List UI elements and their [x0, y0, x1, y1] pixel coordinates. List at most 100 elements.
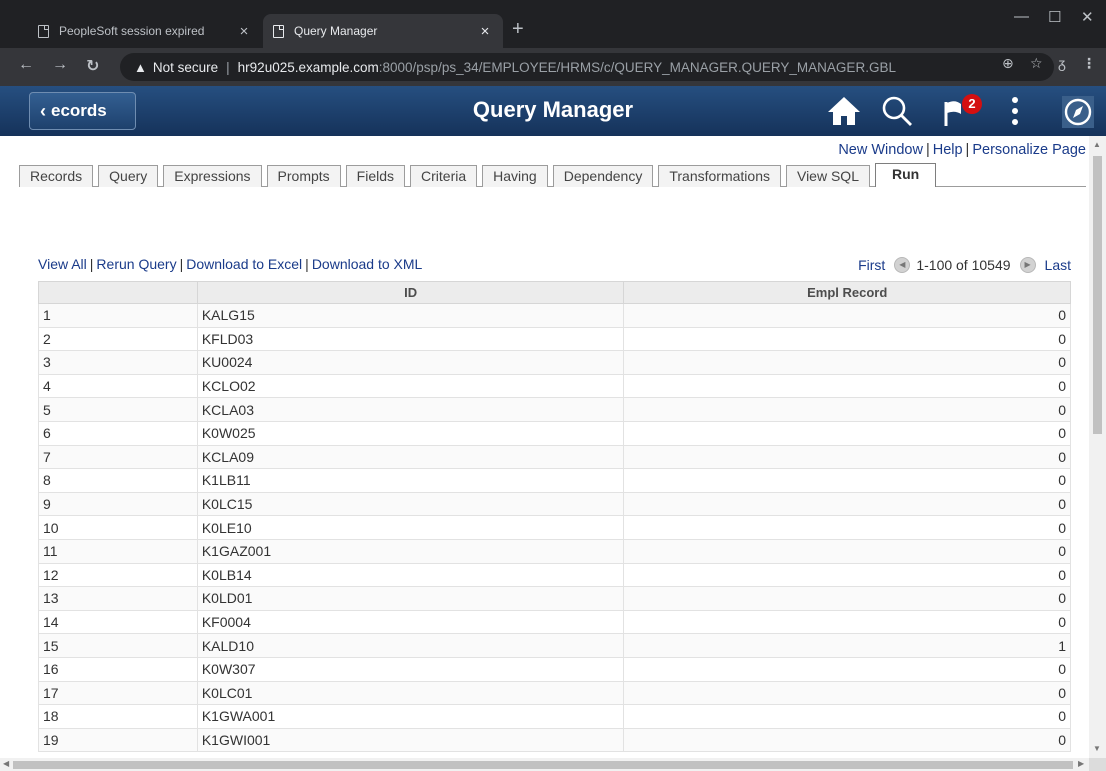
close-window-button[interactable]: ✕: [1081, 8, 1094, 26]
url-path: :8000/psp/ps_34/EMPLOYEE/HRMS/c/QUERY_MA…: [378, 59, 896, 75]
tab-criteria[interactable]: Criteria: [410, 165, 478, 187]
scroll-left-icon[interactable]: ◀: [3, 759, 9, 768]
last-page-link[interactable]: Last: [1045, 257, 1071, 273]
table-row: 15 KALD10 1: [38, 633, 1071, 658]
maximize-button[interactable]: ☐: [1048, 8, 1061, 26]
empl-record-cell: 0: [623, 420, 1071, 446]
extension-icon[interactable]: ᵹ: [1058, 55, 1066, 71]
tab-dependency[interactable]: Dependency: [552, 165, 654, 187]
id-cell: KCLA03: [196, 397, 625, 422]
browser-tab-session-expired[interactable]: PeopleSoft session expired ×: [28, 14, 262, 48]
security-status[interactable]: Not secure: [153, 60, 218, 75]
id-cell: K0LC15: [196, 491, 625, 517]
table-row: 6 K0W025 0: [38, 420, 1071, 446]
vertical-scrollbar[interactable]: ▲ ▼: [1089, 136, 1106, 758]
browser-tab-query-manager[interactable]: Query Manager ×: [263, 14, 503, 48]
vertical-scroll-thumb[interactable]: [1093, 156, 1102, 434]
close-tab-icon[interactable]: ×: [477, 23, 493, 40]
bookmark-star-icon[interactable]: ☆: [1030, 55, 1043, 72]
row-number-cell: 2: [38, 326, 198, 352]
scroll-right-icon[interactable]: ▶: [1078, 759, 1084, 768]
page-links: New Window | Help | Personalize Page: [838, 142, 1086, 158]
browser-tab-title: Query Manager: [294, 24, 378, 38]
rerun-query-link[interactable]: Rerun Query: [96, 256, 176, 272]
id-cell: K0LB14: [196, 562, 625, 588]
download-excel-link[interactable]: Download to Excel: [186, 256, 302, 272]
result-links: View All | Rerun Query | Download to Excel | D…: [38, 256, 422, 272]
id-cell: K1GWI001: [196, 727, 625, 753]
scroll-up-icon[interactable]: ▲: [1093, 140, 1101, 149]
warning-icon[interactable]: ▲: [134, 60, 147, 75]
id-cell: KALD10: [196, 633, 625, 658]
row-number-cell: 5: [38, 397, 198, 422]
query-results-grid: ID Empl Record 1 KALG15 0 2 KFLD03 0 3 KU0024 0 4…: [38, 281, 1071, 753]
browser-toolbar: ← → ↻ ▲ Not secure | hr92u025.example.co…: [0, 48, 1106, 86]
tab-fields[interactable]: Fields: [345, 165, 406, 187]
zoom-icon[interactable]: ⊕: [1002, 55, 1014, 72]
grid-pager: First ◀ 1-100 of 10549 ▶ Last: [858, 257, 1071, 273]
horizontal-scroll-thumb[interactable]: [13, 761, 1073, 769]
empl-record-cell: 0: [623, 468, 1071, 493]
tab-records[interactable]: Records: [19, 165, 94, 187]
help-link[interactable]: Help: [933, 142, 963, 158]
query-tabs: Records Query Expressions Prompts Fields…: [19, 163, 941, 187]
row-number-cell: 1: [38, 303, 198, 328]
tab-run[interactable]: Run: [874, 163, 937, 187]
column-header-empl-record[interactable]: Empl Record: [623, 281, 1071, 304]
download-xml-link[interactable]: Download to XML: [312, 256, 423, 272]
table-row: 11 K1GAZ001 0: [38, 538, 1071, 564]
first-page-link[interactable]: First: [858, 257, 885, 273]
new-window-link[interactable]: New Window: [838, 142, 923, 158]
empl-record-cell: 0: [623, 397, 1071, 422]
new-tab-button[interactable]: +: [512, 18, 524, 40]
column-header-id[interactable]: ID: [196, 281, 625, 304]
minimize-button[interactable]: —: [1014, 8, 1029, 25]
empl-record-cell: 0: [623, 444, 1071, 470]
navbar-compass-icon[interactable]: [1062, 96, 1094, 128]
next-page-icon[interactable]: ▶: [1019, 257, 1036, 273]
tab-view-sql[interactable]: View SQL: [785, 165, 870, 187]
empl-record-cell: 1: [623, 633, 1071, 658]
view-all-link[interactable]: View All: [38, 256, 87, 272]
reload-icon[interactable]: ↻: [86, 56, 99, 76]
actions-menu-icon[interactable]: [1010, 95, 1020, 127]
address-bar[interactable]: ▲ Not secure | hr92u025.example.com:8000…: [120, 53, 1054, 81]
tab-having[interactable]: Having: [482, 165, 548, 187]
tab-prompts[interactable]: Prompts: [266, 165, 341, 187]
table-row: 1 KALG15 0: [38, 303, 1071, 328]
tab-expressions[interactable]: Expressions: [163, 165, 262, 187]
close-tab-icon[interactable]: ×: [236, 23, 252, 40]
row-number-cell: 6: [38, 420, 198, 446]
search-icon[interactable]: [880, 94, 914, 128]
previous-page-icon[interactable]: ◀: [894, 257, 911, 273]
empl-record-cell: 0: [623, 562, 1071, 588]
table-row: 17 K0LC01 0: [38, 680, 1071, 706]
empl-record-cell: 0: [623, 373, 1071, 399]
empl-record-cell: 0: [623, 704, 1071, 729]
id-cell: KCLA09: [196, 444, 625, 470]
row-number-cell: 10: [38, 515, 198, 540]
notification-badge[interactable]: 2: [962, 94, 982, 114]
tab-query[interactable]: Query: [98, 165, 159, 187]
browser-menu-icon[interactable]: ⋮: [1082, 55, 1096, 72]
link-separator: |: [305, 256, 309, 272]
home-icon[interactable]: [826, 95, 862, 127]
row-number-cell: 14: [38, 609, 198, 635]
browser-tab-title: PeopleSoft session expired: [59, 24, 205, 38]
table-row: 14 KF0004 0: [38, 609, 1071, 635]
table-row: 10 K0LE10 0: [38, 515, 1071, 540]
empl-record-cell: 0: [623, 515, 1071, 540]
personalize-page-link[interactable]: Personalize Page: [972, 142, 1086, 158]
table-row: 2 KFLD03 0: [38, 326, 1071, 352]
tab-transformations[interactable]: Transformations: [658, 165, 781, 187]
table-row: 12 K0LB14 0: [38, 562, 1071, 588]
empl-record-cell: 0: [623, 586, 1071, 611]
forward-arrow-icon[interactable]: →: [52, 56, 68, 74]
back-arrow-icon[interactable]: ←: [18, 56, 34, 74]
address-separator: |: [226, 59, 230, 75]
scroll-down-icon[interactable]: ▼: [1093, 744, 1101, 753]
id-cell: KFLD03: [196, 326, 625, 352]
horizontal-scrollbar[interactable]: ◀ ▶: [0, 758, 1089, 771]
page-title: Query Manager: [472, 97, 634, 122]
empl-record-cell: 0: [623, 303, 1071, 328]
